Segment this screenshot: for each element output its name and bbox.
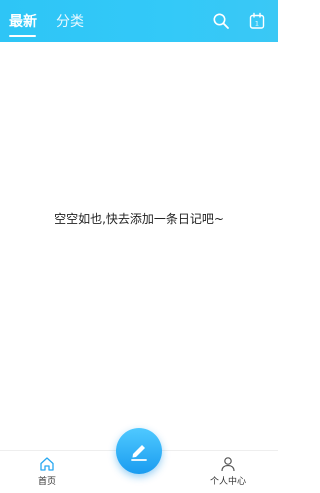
tab-category[interactable]: 分类 [56,13,84,31]
edit-icon [131,445,147,461]
diary-list-area: 空空如也,快去添加一条日记吧~ [0,42,278,450]
calendar-day-number: 1 [255,20,259,28]
nav-profile[interactable]: 个人中心 [198,456,258,487]
tab-latest[interactable]: 最新 [9,13,37,31]
search-icon[interactable] [212,12,230,30]
home-icon [40,457,54,471]
active-tab-indicator [9,35,36,37]
write-diary-button[interactable] [116,428,162,474]
nav-home-label: 首页 [37,477,56,487]
app-screen: 最新 分类 1 空空如也,快去添加一条日记吧~ 首页 个人中心 [0,0,278,493]
person-icon [221,457,235,472]
calendar-icon[interactable]: 1 [248,12,266,30]
top-header: 最新 分类 1 [0,0,278,42]
nav-profile-label: 个人中心 [209,477,246,487]
empty-state-message: 空空如也,快去添加一条日记吧~ [54,212,224,226]
nav-home[interactable]: 首页 [17,456,77,487]
